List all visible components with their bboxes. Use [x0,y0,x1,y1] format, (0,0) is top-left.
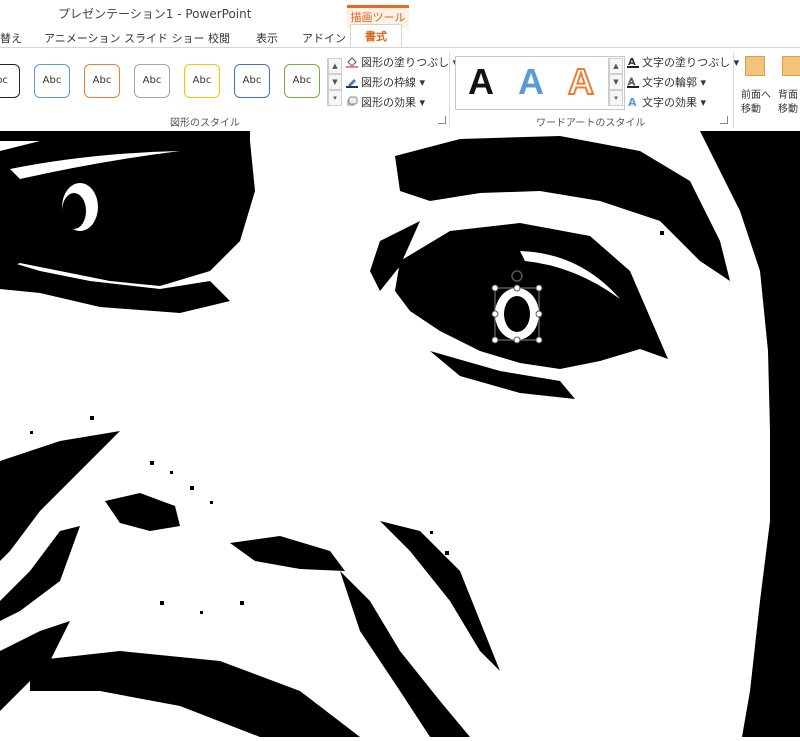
shape-gallery-scroll: ▲ ▼ ▾ [327,58,342,106]
tab-format[interactable]: 書式 [350,24,402,49]
wordart-gallery: A A A [455,56,625,110]
text-fill-icon: A [627,56,639,68]
svg-text:A: A [628,96,637,108]
paint-bucket-icon [346,56,358,68]
wordart-launcher-icon[interactable] [720,116,728,124]
shape-outline-button[interactable]: 図形の枠線 ▾ [346,74,425,90]
ribbon: bc Abc Abc Abc Abc Abc Abc ▲ ▼ ▾ 図形の塗りつぶ… [0,47,800,133]
gallery-down-icon[interactable]: ▼ [328,74,342,90]
text-effects-button[interactable]: A 文字の効果 ▾ [627,94,706,110]
send-backward-icon[interactable] [782,56,800,76]
shape-styles-gallery: bc Abc Abc Abc Abc Abc Abc [0,56,342,106]
text-outline-label: 文字の輪郭 [642,76,697,89]
wordart-style-black[interactable]: A [468,61,494,103]
group-divider [449,52,450,128]
text-outline-icon: A [627,76,639,88]
shape-style-tile[interactable]: Abc [34,64,70,98]
bring-forward-icon[interactable] [745,56,765,76]
tab-slideshow[interactable]: スライド ショー [124,30,205,46]
shape-fill-label: 図形の塗りつぶし [361,56,450,69]
wordart-style-orange-outline[interactable]: A [567,60,595,103]
shape-style-tile[interactable]: Abc [284,64,320,98]
text-effects-label: 文字の効果 [642,96,697,109]
text-fill-button[interactable]: A 文字の塗りつぶし ▾ [627,54,739,70]
shape-effects-label: 図形の効果 [361,96,416,109]
gallery-more-icon[interactable]: ▾ [328,90,342,106]
shape-styles-group-label: 図形のスタイル [170,118,240,129]
text-effects-icon: A [627,96,639,109]
shape-fill-button[interactable]: 図形の塗りつぶし ▾ [346,54,458,70]
wordart-down-icon[interactable]: ▼ [609,74,623,90]
pen-icon [346,76,358,88]
wordart-styles-group-label: ワードアートのスタイル [536,118,646,129]
tab-view[interactable]: 表示 [256,30,278,46]
tab-transitions[interactable]: 替え [0,30,22,46]
shape-outline-label: 図形の枠線 [361,76,416,89]
wordart-style-blue[interactable]: A [518,61,544,103]
window-title: プレゼンテーション1 - PowerPoint [58,7,252,21]
wordart-gallery-scroll: ▲ ▼ ▾ [608,58,623,106]
wordart-more-icon[interactable]: ▾ [609,90,623,106]
bring-forward-label-1[interactable]: 前面へ [741,86,771,101]
shape-styles-launcher-icon[interactable] [438,116,446,124]
drawing-tools-label: 描画ツール [350,11,406,24]
tab-review[interactable]: 校閲 [208,30,230,46]
shape-style-tile[interactable]: Abc [234,64,270,98]
tab-animations[interactable]: アニメーション [44,30,121,46]
tab-addins[interactable]: アドイン [302,30,346,46]
bring-forward-label-2[interactable]: 移動 [741,100,761,115]
text-fill-label: 文字の塗りつぶし [642,56,731,69]
shape-style-tile[interactable]: Abc [134,64,170,98]
shape-effects-button[interactable]: 図形の効果 ▾ [346,94,425,110]
shape-style-tile[interactable]: Abc [184,64,220,98]
gallery-up-icon[interactable]: ▲ [328,58,342,74]
shape-effects-icon [346,96,358,108]
face-image[interactable] [0,131,800,737]
ribbon-tabs: 替え アニメーション スライド ショー 校閲 表示 アドイン 書式 [0,24,800,49]
send-backward-label-2[interactable]: 移動 [778,100,798,115]
send-backward-label-1[interactable]: 背面 [778,86,798,101]
group-divider [733,52,734,128]
text-outline-button[interactable]: A 文字の輪郭 ▾ [627,74,706,90]
shape-style-tile[interactable]: Abc [84,64,120,98]
shape-style-tile[interactable]: bc [0,64,20,98]
slide-canvas[interactable] [0,131,800,737]
title-bar: プレゼンテーション1 - PowerPoint 描画ツール [0,0,800,28]
wordart-up-icon[interactable]: ▲ [609,58,623,74]
